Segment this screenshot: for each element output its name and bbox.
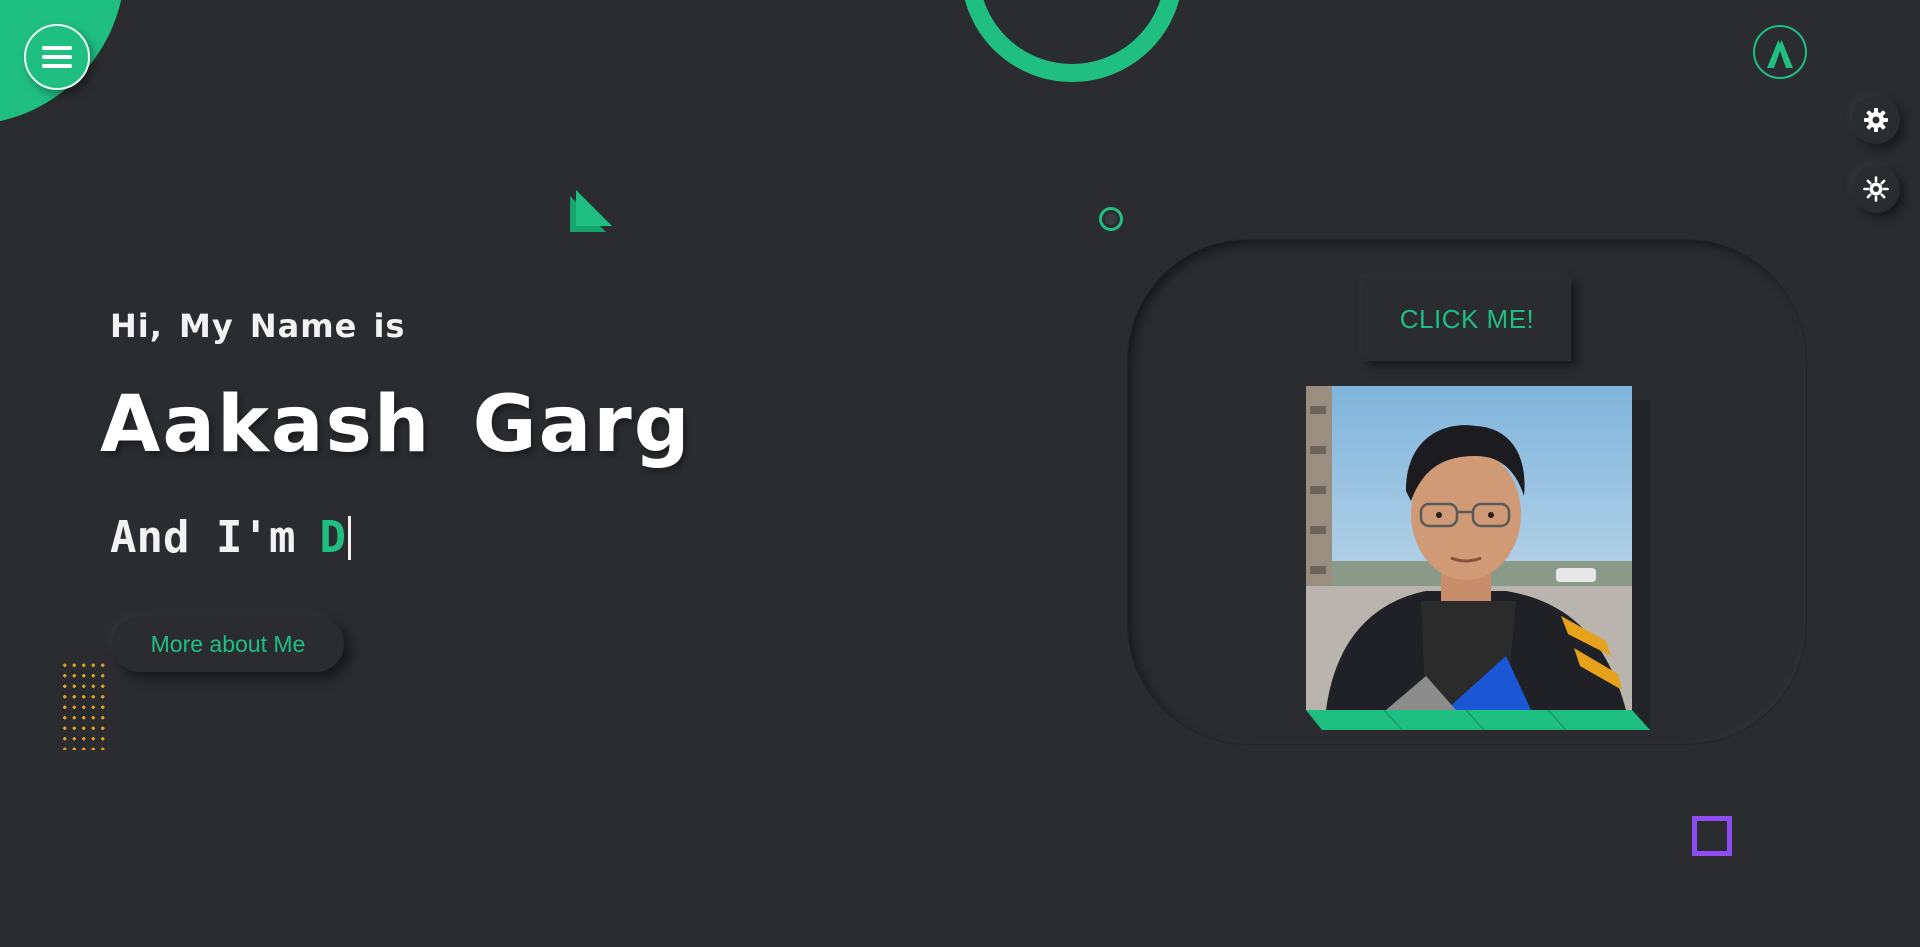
hero-name: Aakash Garg [100, 380, 692, 470]
role-typed-text: D [319, 512, 346, 563]
small-ring-decoration [1099, 207, 1123, 231]
hamburger-menu-icon [42, 46, 72, 68]
menu-button[interactable] [24, 24, 90, 90]
sun-icon [1863, 176, 1889, 202]
page: Hi, My Name is Aakash Garg And I'm D Mor… [0, 0, 1920, 947]
profile-photo [1306, 386, 1632, 710]
photo-frame-base [1306, 710, 1650, 730]
settings-button[interactable] [1852, 96, 1900, 144]
role-prefix: And I'm [110, 512, 296, 563]
purple-square-decoration [1692, 816, 1732, 856]
logo-a-icon[interactable] [1753, 25, 1807, 79]
dots-grid-decoration [60, 660, 108, 750]
theme-toggle-button[interactable] [1852, 165, 1900, 213]
top-ring-decoration [961, 0, 1183, 82]
photo-frame-side [1632, 400, 1650, 730]
profile-photo-frame [1306, 386, 1650, 730]
typing-cursor [347, 515, 351, 560]
role-line: And I'm D [110, 512, 351, 563]
more-about-me-button[interactable]: More about Me [112, 616, 344, 672]
gear-icon [1864, 108, 1888, 132]
intro-text: Hi, My Name is [110, 307, 406, 345]
click-me-button[interactable]: CLICK ME! [1363, 277, 1571, 361]
triangle-decoration [570, 190, 612, 232]
